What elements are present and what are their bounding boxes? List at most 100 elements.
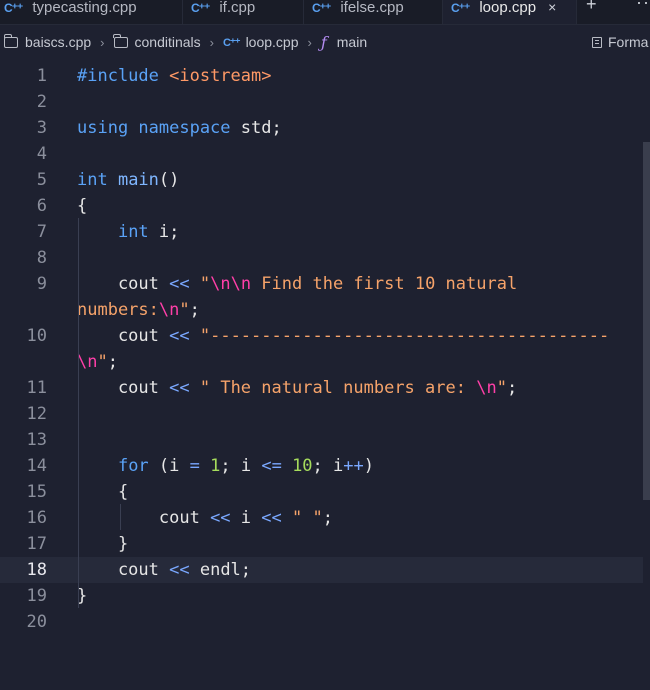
folder-icon bbox=[113, 33, 128, 48]
line-number: 17 bbox=[26, 534, 47, 554]
code-line[interactable]: 19} bbox=[0, 583, 643, 609]
code-editor[interactable]: 20 19} 18 cout << endl; 17 } 16 cout << i <<… bbox=[0, 62, 650, 690]
line-number: 18 bbox=[26, 560, 47, 580]
breadcrumb-folder[interactable]: conditinals bbox=[113, 33, 201, 50]
code-token: Find the first bbox=[251, 274, 415, 294]
code-token: \n\n bbox=[210, 274, 252, 294]
code-line[interactable]: 6{ bbox=[0, 193, 643, 219]
code-token: ++ bbox=[343, 456, 364, 476]
code-token: 10 bbox=[292, 456, 313, 476]
code-token: "--------------------------------------- bbox=[199, 326, 610, 346]
line-number: 9 bbox=[36, 274, 47, 294]
code-text: \n"; bbox=[77, 349, 118, 375]
breadcrumb-root-label: baiscs.cpp bbox=[25, 34, 92, 50]
tab-loop[interactable]: C⁺⁺ loop.cpp × bbox=[443, 0, 577, 24]
function-icon: ƒ bbox=[320, 32, 327, 52]
code-line[interactable]: 17 } bbox=[0, 531, 643, 557]
code-token: \n bbox=[158, 300, 180, 320]
folder-icon bbox=[3, 33, 18, 48]
new-tab-button[interactable]: + bbox=[586, 0, 597, 15]
code-line[interactable]: 12 bbox=[0, 401, 643, 427]
code-token: = bbox=[189, 456, 200, 476]
code-line[interactable]: numbers:\n"; bbox=[0, 297, 643, 323]
code-text: } bbox=[77, 531, 128, 557]
code-line[interactable]: 1 #include <iostream> bbox=[0, 63, 643, 89]
line-number: 8 bbox=[36, 248, 47, 268]
code-line[interactable]: 20 bbox=[0, 609, 643, 635]
code-line[interactable]: 7 int i; bbox=[0, 219, 643, 245]
tab-label: loop.cpp bbox=[479, 0, 537, 16]
code-token: <= bbox=[261, 456, 282, 476]
code-token: cout bbox=[77, 326, 170, 346]
code-token: " bbox=[97, 352, 108, 372]
code-line[interactable]: 9 cout << "\n\n Find the first 10 natura… bbox=[0, 271, 643, 297]
line-number: 19 bbox=[26, 586, 47, 606]
code-token: int bbox=[77, 170, 118, 190]
code-line[interactable]: 2 bbox=[0, 89, 643, 115]
code-line[interactable]: 8 bbox=[0, 245, 643, 271]
code-token: cout bbox=[77, 508, 211, 528]
code-token: 1 bbox=[210, 456, 221, 476]
line-number: 2 bbox=[36, 92, 47, 112]
code-token: } bbox=[77, 534, 129, 554]
tab-label: ifelse.cpp bbox=[340, 0, 404, 16]
code-token: " bbox=[199, 274, 211, 294]
code-text: cout << i << " "; bbox=[77, 505, 333, 531]
code-token: \n bbox=[476, 378, 497, 398]
code-line[interactable]: 16 cout << i << " "; bbox=[0, 505, 643, 531]
code-token: << bbox=[169, 274, 190, 294]
line-number: 14 bbox=[26, 456, 47, 476]
breadcrumb-root[interactable]: baiscs.cpp bbox=[3, 33, 92, 50]
code-text: int main() bbox=[77, 167, 179, 193]
cpp-file-icon: C⁺⁺ bbox=[451, 1, 470, 15]
tab-if[interactable]: C⁺⁺ if.cpp bbox=[183, 0, 304, 24]
document-icon bbox=[592, 36, 602, 48]
code-token: { bbox=[77, 482, 129, 502]
tab-label: typecasting.cpp bbox=[32, 0, 137, 16]
code-token: () bbox=[158, 170, 180, 190]
code-line[interactable]: 10 cout << "----------------------------… bbox=[0, 323, 643, 349]
code-token: ; bbox=[506, 378, 518, 398]
breadcrumb-symbol[interactable]: ƒ main bbox=[321, 33, 367, 52]
line-number: 5 bbox=[36, 170, 47, 190]
code-text: #include <iostream> bbox=[77, 63, 271, 89]
code-token: #include bbox=[77, 66, 170, 86]
code-line[interactable]: 11 cout << " The natural numbers are: \n… bbox=[0, 375, 643, 401]
tab-typecasting[interactable]: C⁺⁺ typecasting.cpp bbox=[0, 0, 183, 24]
vertical-scrollbar[interactable] bbox=[643, 142, 650, 500]
breadcrumb-file[interactable]: C⁺⁺ loop.cpp bbox=[223, 34, 299, 50]
code-token: ) bbox=[363, 456, 374, 476]
code-token: " The natural numbers are: bbox=[199, 378, 477, 398]
code-line[interactable]: 13 bbox=[0, 427, 643, 453]
code-token: " " bbox=[292, 508, 323, 528]
code-token: int bbox=[117, 222, 159, 242]
code-token: i bbox=[230, 508, 262, 528]
more-actions-button[interactable]: ··· bbox=[636, 0, 650, 13]
code-token: \n bbox=[77, 352, 98, 372]
format-button[interactable]: Forma bbox=[592, 34, 648, 50]
tab-ifelse[interactable]: C⁺⁺ ifelse.cpp bbox=[304, 0, 443, 24]
close-icon[interactable]: × bbox=[548, 0, 556, 15]
code-text: cout << " The natural numbers are: \n"; bbox=[77, 375, 517, 401]
code-line[interactable]: 18 cout << endl; bbox=[0, 557, 643, 583]
breadcrumb-file-label: loop.cpp bbox=[245, 34, 299, 50]
code-token: ; bbox=[107, 352, 118, 372]
code-line[interactable]: \n"; bbox=[0, 349, 643, 375]
code-line[interactable]: 15 { bbox=[0, 479, 643, 505]
chevron-right-icon: › bbox=[209, 34, 214, 50]
code-token: " bbox=[179, 300, 190, 320]
code-token: << bbox=[169, 560, 190, 580]
code-token: (i bbox=[158, 456, 190, 476]
code-line[interactable]: 14 for (i = 1; i <= 10; i++) bbox=[0, 453, 643, 479]
code-token: ; i bbox=[312, 456, 344, 476]
code-line[interactable]: 5 int main() bbox=[0, 167, 643, 193]
code-token: cout bbox=[77, 378, 170, 398]
code-line[interactable]: 3 using namespace std; bbox=[0, 115, 643, 141]
code-line[interactable]: 4 bbox=[0, 141, 643, 167]
chevron-right-icon: › bbox=[307, 34, 312, 50]
line-number: 11 bbox=[26, 378, 47, 398]
